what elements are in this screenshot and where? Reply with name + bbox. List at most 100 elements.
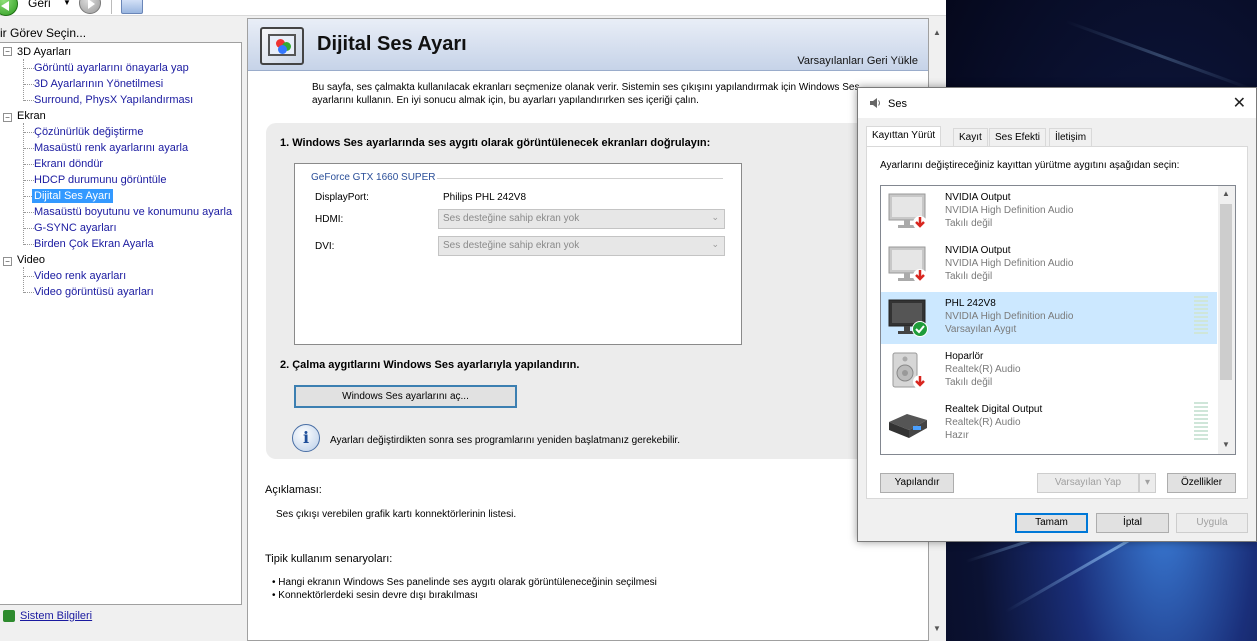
sound-dialog: Ses ✕ Kayıttan Yürüt Kayıt Ses Efekti İl… [857,87,1257,542]
info-icon [292,424,320,452]
back-dropdown-icon[interactable]: ▼ [63,0,71,7]
displayport-value: Philips PHL 242V8 [443,192,527,203]
tree-line [24,68,34,69]
forward-arrow-icon[interactable] [79,0,101,14]
set-default-button[interactable]: Varsayılan Yap [1037,473,1139,493]
row-label-dvi: DVI: [315,241,335,252]
properties-button[interactable]: Özellikler [1167,473,1236,493]
tree-item-video-image[interactable]: Video görüntüsü ayarları [34,285,154,299]
device-driver: NVIDIA High Definition Audio [945,311,1074,322]
tree-item-size-position[interactable]: Masaüstü boyutunu ve konumunu ayarla [34,205,232,219]
device-status: Takılı değil [945,271,993,282]
chevron-down-icon: ⌄ [711,239,719,249]
device-name: Hoparlör [945,351,984,362]
tree-line [23,59,24,101]
dvi-select[interactable]: Ses desteğine sahip ekran yok ⌄ [438,236,725,256]
tree-item-video-color[interactable]: Video renk ayarları [34,269,126,283]
info-text: Ayarları değiştirdikten sonra ses progra… [330,435,680,446]
device-item-nvidia-output-1[interactable]: NVIDIA Output NVIDIA High Definition Aud… [881,186,1217,238]
set-default-dropdown[interactable]: ▾ [1139,473,1156,493]
tree-item-surround[interactable]: Surround, PhysX Yapılandırması [34,93,193,107]
system-info-link[interactable]: Sistem Bilgileri [20,610,92,622]
cancel-button[interactable]: İptal [1096,513,1169,533]
task-tree[interactable]: − 3D Ayarları Görüntü ayarlarını önayarl… [0,42,242,605]
down-arrow-icon [913,216,927,230]
dvi-select-value: Ses desteğine sahip ekran yok [443,240,580,251]
tree-group-display[interactable]: Ekran [17,109,46,123]
tree-group-video[interactable]: Video [17,253,45,267]
back-label[interactable]: Geri [28,0,51,10]
system-info-icon[interactable] [3,610,15,622]
list-item: • Konnektörlerdeki sesin devre dışı bıra… [272,590,478,601]
tree-line [24,212,34,213]
device-status: Takılı değil [945,218,993,229]
restore-defaults-link[interactable]: Varsayılanları Geri Yükle [797,55,918,67]
tree-line [24,292,34,293]
tree-line [23,123,24,245]
scroll-down-icon[interactable]: ▼ [1222,440,1230,449]
open-windows-sound-button[interactable]: Windows Ses ayarlarını aç... [294,385,517,408]
tab-playback[interactable]: Kayıttan Yürüt [866,126,942,146]
monitor-icon [888,193,927,230]
tab-recording[interactable]: Kayıt [953,128,988,146]
tree-line [24,180,34,181]
tree-item-rotate[interactable]: Ekranı döndür [34,157,103,171]
tab-communications[interactable]: İletişim [1049,128,1093,146]
usage-list: • Hangi ekranın Windows Ses panelinde se… [272,576,657,602]
device-driver: NVIDIA High Definition Audio [945,205,1074,216]
device-name: Realtek Digital Output [945,404,1043,415]
scroll-up-icon[interactable]: ▲ [1222,189,1230,198]
connector-box: GeForce GTX 1660 SUPER DisplayPort: Phil… [294,163,742,345]
sound-titlebar[interactable]: Ses ✕ [858,88,1256,118]
tree-item-resolution[interactable]: Çözünürlük değiştirme [34,125,143,139]
device-name: NVIDIA Output [945,192,1011,203]
tree-line [23,267,24,293]
tree-item-preset[interactable]: Görüntü ayarlarını önayarla yap [34,61,189,75]
device-driver: NVIDIA High Definition Audio [945,258,1074,269]
toolbar: Geri ▼ [0,0,946,16]
nvidia-control-panel-window: Geri ▼ ir Görev Seçin... − 3D Ayarları G… [0,0,946,641]
device-driver: Realtek(R) Audio [945,364,1021,375]
scroll-thumb[interactable] [1220,204,1232,380]
volume-meter [1194,402,1208,442]
step1-title: 1. Windows Ses ayarlarında ses aygıtı ol… [280,137,711,149]
tree-item-multi-display[interactable]: Birden Çok Ekran Ayarla [34,237,154,251]
tree-line [24,84,34,85]
ok-button[interactable]: Tamam [1015,513,1088,533]
close-icon[interactable]: ✕ [1233,93,1246,113]
home-icon[interactable] [121,0,143,14]
tree-item-gsync[interactable]: G-SYNC ayarları [34,221,117,235]
tab-sound-effects[interactable]: Ses Efekti [989,128,1047,146]
tree-item-digital-audio[interactable]: Dijital Ses Ayarı [32,189,113,203]
tree-line [24,244,34,245]
tree-line [24,132,34,133]
device-list[interactable]: NVIDIA Output NVIDIA High Definition Aud… [880,185,1236,455]
checkmark-icon [912,321,928,337]
device-name: NVIDIA Output [945,245,1011,256]
settings-panel: 1. Windows Ses ayarlarında ses aygıtı ol… [266,123,910,459]
collapse-icon[interactable]: − [3,113,12,122]
tree-item-color[interactable]: Masaüstü renk ayarlarını ayarla [34,141,188,155]
scroll-down-icon[interactable]: ▼ [933,624,941,633]
hdmi-select[interactable]: Ses desteğine sahip ekran yok ⌄ [438,209,725,229]
device-item-nvidia-output-2[interactable]: NVIDIA Output NVIDIA High Definition Aud… [881,239,1217,291]
scroll-up-icon[interactable]: ▲ [933,28,941,37]
sound-title: Ses [888,98,907,110]
device-item-realtek-digital[interactable]: Realtek Digital Output Realtek(R) Audio … [881,398,1217,450]
configure-button[interactable]: Yapılandır [880,473,954,493]
device-item-speaker[interactable]: Hoparlör Realtek(R) Audio Takılı değil [881,345,1217,397]
tree-group-3d[interactable]: 3D Ayarları [17,45,71,59]
device-list-scrollbar[interactable]: ▲ ▼ [1218,186,1235,454]
tree-item-hdcp[interactable]: HDCP durumunu görüntüle [34,173,166,187]
collapse-icon[interactable]: − [3,257,12,266]
tree-line [24,164,34,165]
tree-line [24,276,34,277]
back-arrow-icon[interactable] [0,0,18,16]
device-status: Varsayılan Aygıt [945,324,1017,335]
playback-tab-page: Ayarlarını değiştireceğiniz kayıttan yür… [866,146,1248,499]
tree-item-3d-manage[interactable]: 3D Ayarlarının Yönetilmesi [34,77,163,91]
device-item-phl-242v8[interactable]: PHL 242V8 NVIDIA High Definition Audio V… [881,292,1217,344]
speaker-icon [892,352,927,389]
apply-button[interactable]: Uygula [1176,513,1248,533]
collapse-icon[interactable]: − [3,47,12,56]
